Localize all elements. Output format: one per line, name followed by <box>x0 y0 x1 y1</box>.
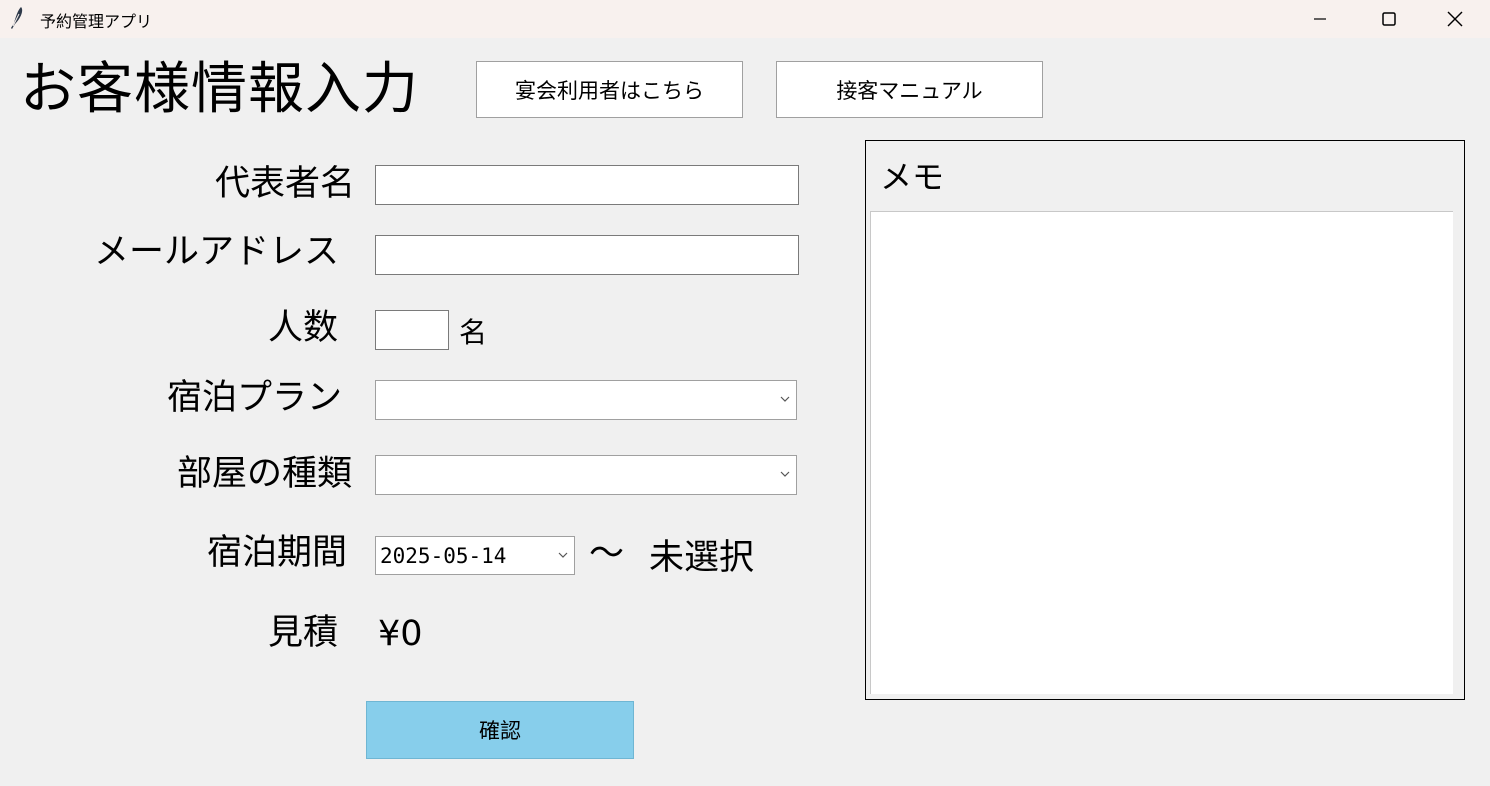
check-out-date-value: 未選択 <box>649 538 755 578</box>
representative-name-label: 代表者名 <box>214 164 355 204</box>
maximize-button[interactable] <box>1354 0 1424 38</box>
chevron-down-icon <box>558 552 568 558</box>
memo-title: メモ <box>880 158 945 196</box>
close-icon <box>1447 11 1463 27</box>
minimize-button[interactable] <box>1285 0 1355 38</box>
guests-input[interactable] <box>375 310 449 350</box>
page-title: お客様情報入力 <box>20 57 419 122</box>
memo-panel: メモ <box>865 140 1465 700</box>
room-type-select[interactable] <box>375 455 797 495</box>
plan-select[interactable] <box>375 380 797 420</box>
feather-icon <box>11 7 23 29</box>
representative-name-input[interactable] <box>375 165 799 205</box>
guests-label: 人数 <box>267 308 338 348</box>
service-manual-button[interactable]: 接客マニュアル <box>776 61 1043 118</box>
minimize-icon <box>1314 18 1326 20</box>
room-type-label: 部屋の種類 <box>176 454 352 494</box>
estimate-label: 見積 <box>267 613 338 653</box>
period-separator: 〜 <box>589 534 625 574</box>
confirm-button[interactable]: 確認 <box>366 701 634 759</box>
plan-label: 宿泊プラン <box>166 378 342 418</box>
stay-period-label: 宿泊期間 <box>206 533 347 573</box>
check-in-date-value: 2025-05-14 <box>380 544 507 568</box>
banquet-users-button[interactable]: 宴会利用者はこちら <box>476 61 743 118</box>
chevron-down-icon <box>780 471 790 477</box>
maximize-icon <box>1382 12 1396 26</box>
guests-unit-label: 名 <box>459 316 488 349</box>
check-in-date-picker[interactable]: 2025-05-14 <box>375 536 575 575</box>
email-input[interactable] <box>375 235 799 275</box>
title-bar: 予約管理アプリ <box>0 0 1490 38</box>
window-title: 予約管理アプリ <box>40 12 153 31</box>
close-button[interactable] <box>1420 0 1490 38</box>
chevron-down-icon <box>780 396 790 402</box>
memo-textarea[interactable] <box>870 211 1453 694</box>
email-label: メールアドレス <box>93 232 339 272</box>
estimate-value: ¥0 <box>378 614 423 654</box>
